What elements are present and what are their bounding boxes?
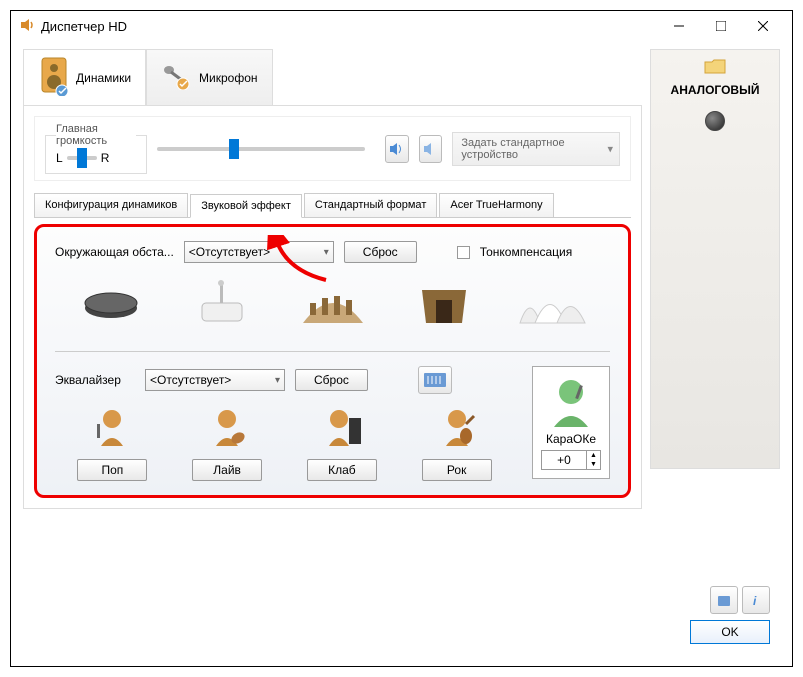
- environment-presets: [55, 273, 610, 333]
- volume-section: Главная громкость L R: [34, 116, 631, 181]
- balance-slider[interactable]: [67, 156, 97, 160]
- sound-effect-panel: Окружающая обста... <Отсутствует> Сброс …: [34, 224, 631, 498]
- karaoke-up-button[interactable]: ▲: [586, 451, 600, 460]
- close-button[interactable]: [742, 12, 784, 40]
- ok-button[interactable]: OK: [690, 620, 770, 644]
- tab-speakers-label: Динамики: [76, 71, 131, 85]
- main-volume-slider[interactable]: [157, 147, 365, 151]
- karaoke-value: +0: [542, 453, 586, 467]
- device-settings-button[interactable]: [710, 586, 738, 614]
- karaoke-icon: [544, 375, 598, 429]
- eq-preset-live-button[interactable]: Лайв: [192, 459, 262, 481]
- eq-preset-rock-button[interactable]: Рок: [422, 459, 492, 481]
- equalizer-label: Эквалайзер: [55, 373, 135, 387]
- window-title: Диспетчер HD: [41, 19, 658, 34]
- app-icon: [19, 17, 35, 36]
- karaoke-down-button[interactable]: ▼: [586, 460, 600, 469]
- equalizer-reset-button[interactable]: Сброс: [295, 369, 368, 391]
- eq-preset-pop-button[interactable]: Поп: [77, 459, 147, 481]
- volume-left-label: L: [56, 151, 63, 165]
- svg-text:i: i: [753, 594, 757, 608]
- eq-preset-club-button[interactable]: Клаб: [307, 459, 377, 481]
- analog-jack-icon[interactable]: [705, 111, 725, 131]
- tab-microphone[interactable]: Микрофон: [146, 49, 272, 105]
- titlebar: Диспетчер HD: [11, 11, 792, 41]
- environment-label: Окружающая обста...: [55, 245, 174, 259]
- device-tabs: Динамики Микрофон: [23, 49, 642, 105]
- info-button[interactable]: i: [742, 586, 770, 614]
- eq-preset-club-icon[interactable]: [302, 406, 382, 451]
- env-preset-colosseum[interactable]: [288, 273, 378, 333]
- sidebar-analog: АНАЛОГОВЫЙ: [650, 49, 780, 469]
- tab-sound-effect[interactable]: Звуковой эффект: [190, 194, 302, 218]
- karaoke-label: КараОКе: [541, 432, 601, 446]
- environment-reset-button[interactable]: Сброс: [344, 241, 417, 263]
- mute-button[interactable]: [419, 135, 443, 163]
- tab-trueharmony[interactable]: Acer TrueHarmony: [439, 193, 553, 217]
- karaoke-spinner[interactable]: +0 ▲ ▼: [541, 450, 601, 470]
- microphone-icon: [161, 62, 193, 93]
- tonecomp-label: Тонкомпенсация: [480, 245, 573, 259]
- env-preset-opera-house[interactable]: [510, 273, 600, 333]
- minimize-button[interactable]: [658, 12, 700, 40]
- tab-speakers[interactable]: Динамики: [23, 49, 146, 105]
- environment-dropdown[interactable]: <Отсутствует>: [184, 241, 334, 263]
- tab-default-format[interactable]: Стандартный формат: [304, 193, 437, 217]
- equalizer-graphic-button[interactable]: [418, 366, 452, 394]
- tab-speaker-config[interactable]: Конфигурация динамиков: [34, 193, 188, 217]
- settings-tabs: Конфигурация динамиков Звуковой эффект С…: [34, 193, 631, 218]
- sound-test-button[interactable]: [385, 135, 409, 163]
- eq-preset-rock-icon[interactable]: [417, 406, 497, 451]
- karaoke-box: КараОКе +0 ▲ ▼: [532, 366, 610, 479]
- equalizer-dropdown[interactable]: <Отсутствует>: [145, 369, 285, 391]
- volume-right-label: R: [101, 151, 110, 165]
- tonecomp-checkbox[interactable]: [457, 246, 470, 259]
- speakers-icon: [38, 56, 70, 99]
- env-preset-stone-room[interactable]: [399, 273, 489, 333]
- env-preset-puck[interactable]: [66, 273, 156, 333]
- folder-icon: [704, 58, 726, 74]
- analog-label: АНАЛОГОВЫЙ: [659, 83, 771, 97]
- volume-legend: Главная громкость: [56, 123, 136, 147]
- tab-microphone-label: Микрофон: [199, 71, 257, 85]
- eq-preset-live-icon[interactable]: [187, 406, 267, 451]
- env-preset-bathroom[interactable]: [177, 273, 267, 333]
- maximize-button[interactable]: [700, 12, 742, 40]
- eq-preset-pop-icon[interactable]: [72, 406, 152, 451]
- default-device-dropdown[interactable]: Задать стандартное устройство: [452, 132, 620, 166]
